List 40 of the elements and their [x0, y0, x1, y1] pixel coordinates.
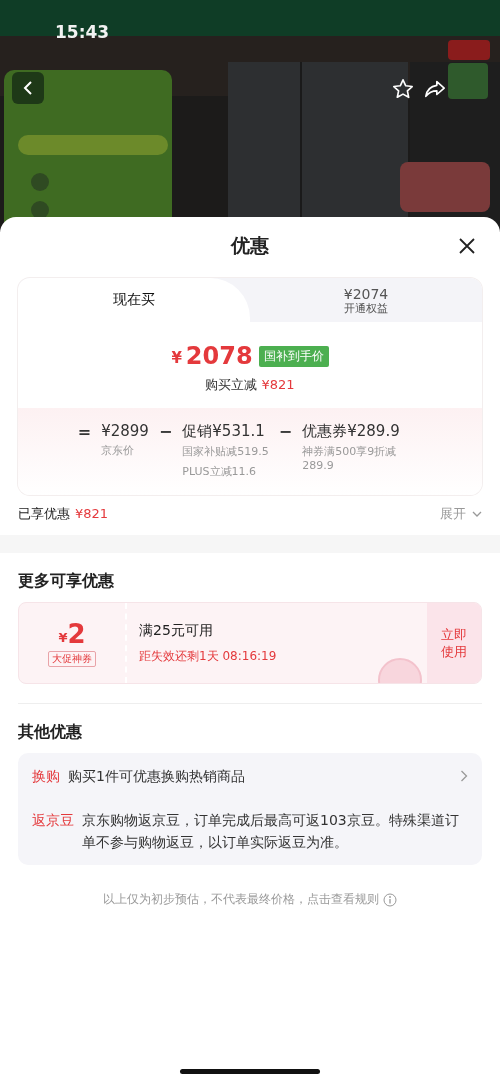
price-tag: 国补到手价 — [258, 345, 329, 367]
coupon-value: 2 — [67, 619, 86, 648]
price-tab[interactable]: ¥2074 开通权益 — [250, 278, 482, 322]
final-price: 2078 — [185, 342, 253, 370]
enjoyed-label: 已享优惠 — [18, 506, 70, 521]
share-icon — [424, 78, 446, 100]
share-button[interactable] — [424, 78, 446, 100]
term-note: 京东价 — [101, 444, 136, 458]
price-tab[interactable]: 现在买 — [18, 278, 250, 322]
section-title: 其他优惠 — [17, 721, 83, 743]
star-icon — [392, 78, 414, 100]
chevron-icon — [472, 511, 482, 517]
operator-sign: − — [158, 422, 173, 441]
status-time: 15:43 — [55, 22, 110, 42]
term-note: 国家补贴减519.5 — [182, 445, 269, 459]
offer-tag: 换购 — [32, 765, 60, 787]
offer-text[interactable]: 购买1件可优惠换购热销商品 — [68, 765, 452, 787]
offer-tag: 返京豆 — [32, 809, 74, 831]
sheet-title: 优惠 — [231, 233, 269, 258]
coupon-tag: 大促神券 — [48, 650, 96, 667]
price-term: 优惠券¥289.9 — [302, 422, 401, 441]
coupon-countdown: 距失效还剩1天 08:16:19 — [139, 647, 278, 665]
back-button[interactable] — [12, 72, 44, 104]
term-note: 神券满500享9折减289.9 — [302, 445, 398, 473]
reduction-value: ¥821 — [261, 377, 295, 392]
offer-text: 京东购物返京豆，订单完成后最高可返103京豆。特殊渠道订单不参与购物返豆，以订单实际返豆为准。 — [82, 811, 460, 852]
price-term: ¥2899 — [101, 422, 149, 440]
use-now-button[interactable]: 立即使用 — [427, 603, 481, 683]
favorite-button[interactable] — [392, 78, 414, 100]
operator-sign: − — [278, 422, 293, 441]
coupon-condition: 满25元可用 — [139, 621, 214, 640]
term-note: PLUS立减11.6 — [182, 465, 258, 479]
reduction-text: 购买立减 — [205, 377, 258, 392]
price-term: 促销¥531.1 — [182, 422, 266, 441]
operator-sign: = — [77, 422, 92, 441]
currency-symbol: ¥ — [171, 349, 182, 367]
enjoyed-value: ¥821 — [75, 506, 109, 521]
currency-symbol: ¥ — [58, 629, 68, 645]
section-title: 更多可享优惠 — [17, 570, 115, 592]
back-icon — [22, 80, 34, 96]
